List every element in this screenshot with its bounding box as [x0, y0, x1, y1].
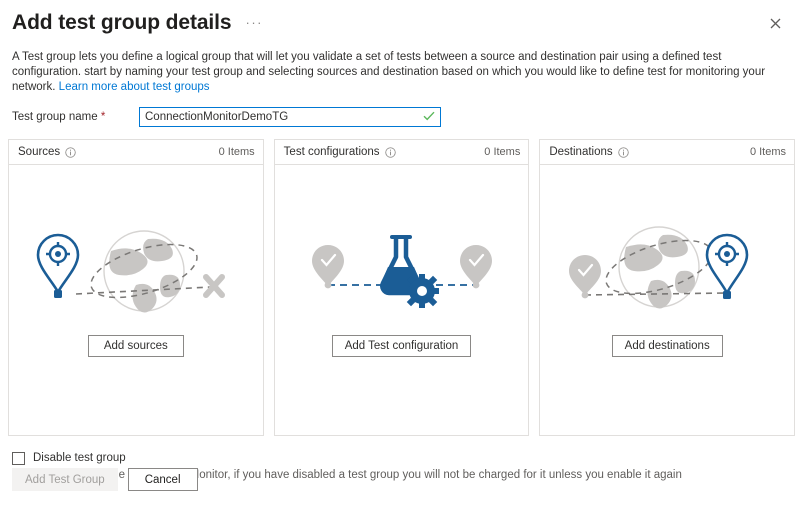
info-icon[interactable] [65, 147, 76, 158]
dialog-footer: Add Test Group Cancel [0, 468, 800, 491]
test-group-name-row: Test group name * [12, 106, 788, 128]
add-test-configuration-button[interactable]: Add Test configuration [332, 335, 472, 357]
test-configurations-item-count: 0 Items [484, 146, 520, 158]
add-test-group-button[interactable]: Add Test Group [12, 468, 118, 491]
disable-test-group-checkbox[interactable] [12, 452, 25, 465]
cancel-button[interactable]: Cancel [128, 468, 198, 491]
test-configurations-card: Test configurations 0 Items [274, 139, 530, 436]
test-group-name-input[interactable] [139, 107, 441, 127]
learn-more-link[interactable]: Learn more about test groups [59, 81, 210, 93]
test-configurations-card-header: Test configurations 0 Items [275, 140, 529, 165]
flask-gear-illustration [312, 221, 492, 321]
test-configurations-card-title: Test configurations [284, 146, 380, 158]
test-group-cards: Sources 0 Items [8, 139, 795, 436]
close-icon[interactable] [762, 10, 788, 36]
dialog-description: A Test group lets you define a logical g… [12, 50, 788, 95]
sources-card-body: Add sources [9, 165, 263, 435]
add-destinations-button[interactable]: Add destinations [612, 335, 723, 357]
source-pin-globe-illustration [36, 221, 236, 321]
disable-test-group-label[interactable]: Disable test group [33, 451, 682, 465]
sources-card-header: Sources 0 Items [9, 140, 263, 165]
info-icon[interactable] [385, 147, 396, 158]
field-label-text: Test group name [12, 111, 98, 123]
sources-item-count: 0 Items [219, 146, 255, 158]
destinations-card-header: Destinations 0 Items [540, 140, 794, 165]
more-options-ellipsis-icon[interactable]: ··· [245, 18, 263, 28]
add-sources-button[interactable]: Add sources [88, 335, 184, 357]
test-configurations-card-action: Add Test configuration [332, 335, 472, 357]
test-group-name-input-wrap [139, 107, 441, 127]
page-title: Add test group details [12, 9, 231, 37]
destinations-card-title: Destinations [549, 146, 612, 158]
required-marker: * [101, 111, 105, 123]
destinations-item-count: 0 Items [750, 146, 786, 158]
test-group-name-label: Test group name * [12, 111, 139, 123]
destinations-card-body: Add destinations [540, 165, 794, 435]
destinations-card-action: Add destinations [612, 335, 723, 357]
test-configurations-card-body: Add Test configuration [275, 165, 529, 435]
destinations-card: Destinations 0 Items [539, 139, 795, 436]
dialog-header: Add test group details ··· [0, 0, 800, 38]
destination-pin-globe-illustration [567, 221, 767, 321]
sources-card: Sources 0 Items [8, 139, 264, 436]
info-icon[interactable] [618, 147, 629, 158]
sources-card-action: Add sources [88, 335, 184, 357]
sources-card-title: Sources [18, 146, 60, 158]
